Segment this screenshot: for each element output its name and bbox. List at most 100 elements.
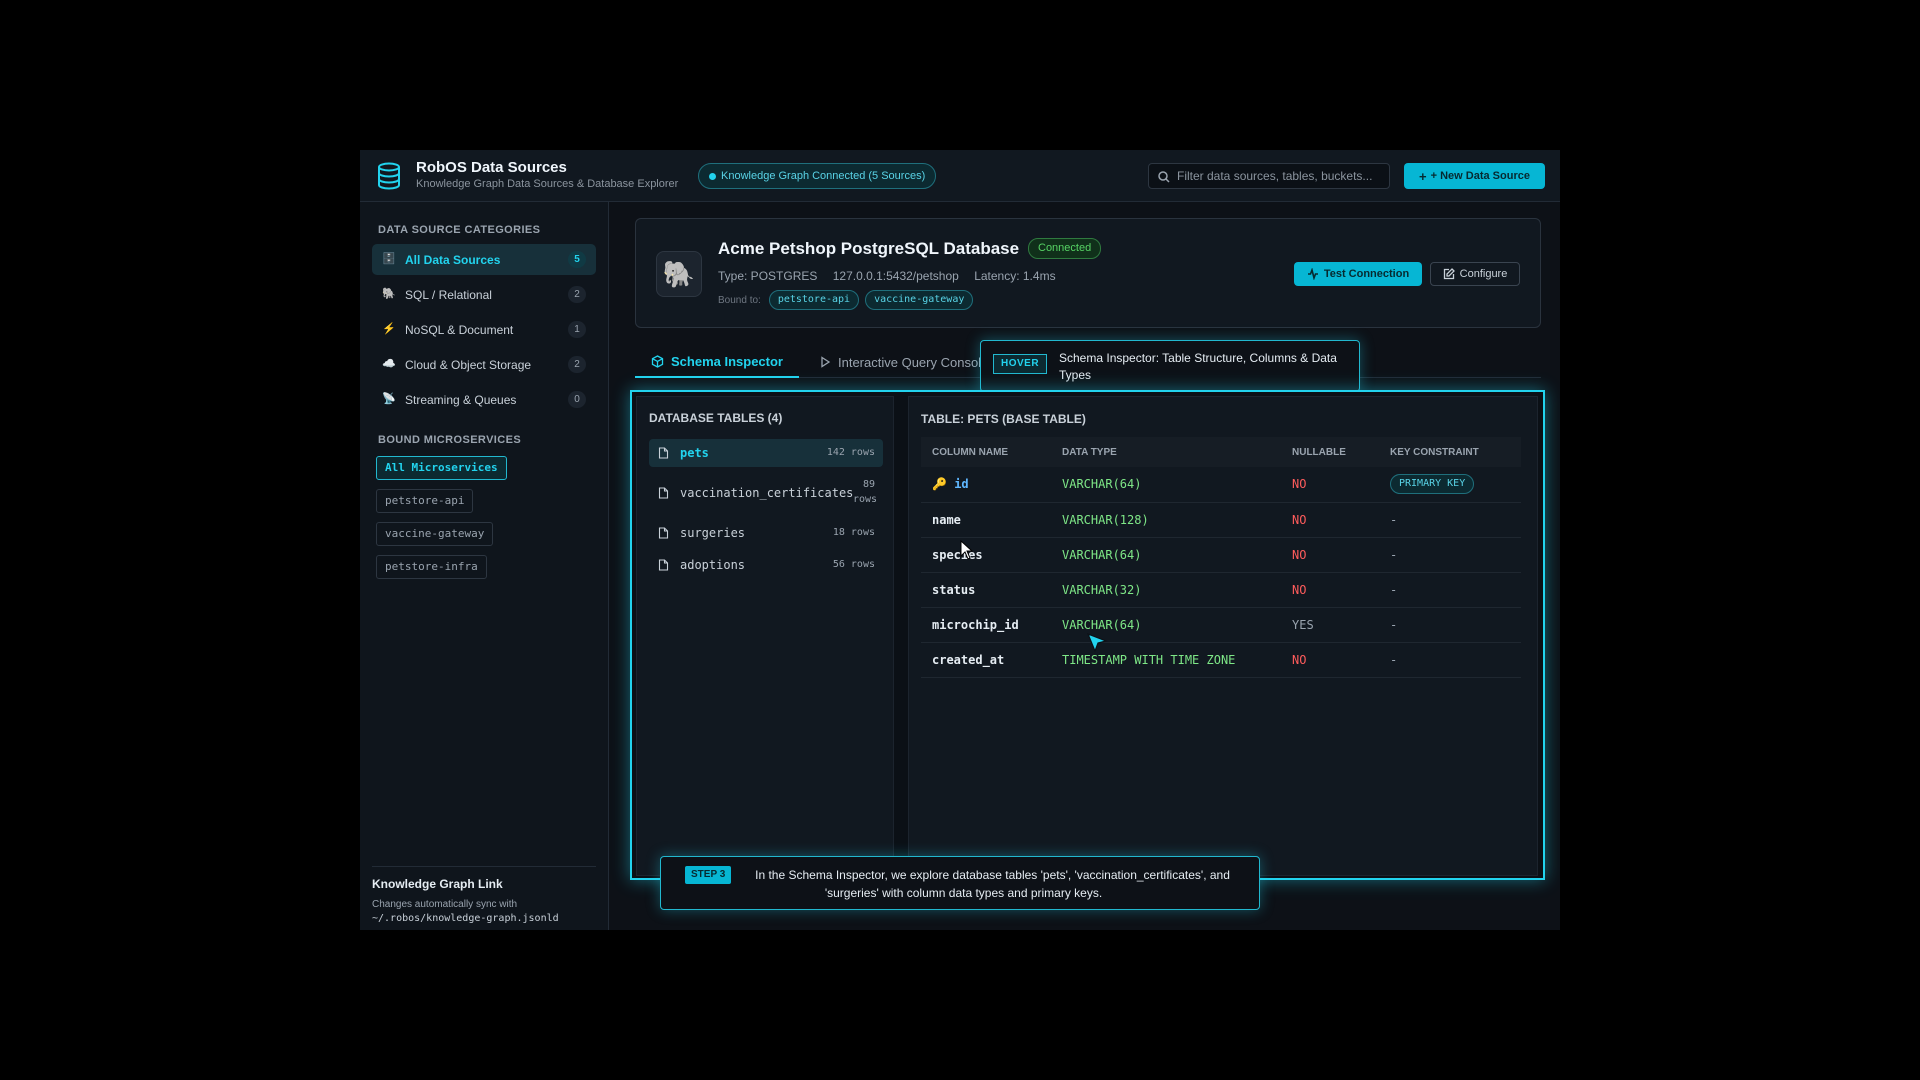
data-type-cell: VARCHAR(64) [1051, 537, 1281, 573]
key-constraint-cell: - [1379, 642, 1521, 678]
file-icon [658, 487, 669, 499]
header-column-name: COLUMN NAME [921, 437, 1051, 467]
source-title: Acme Petshop PostgreSQL Database [718, 239, 1020, 258]
sidebar-item-sql-relational[interactable]: 🐘 SQL / Relational 2 [372, 279, 596, 310]
header-key-constraint: KEY CONSTRAINT [1379, 437, 1521, 467]
edit-icon [1443, 268, 1455, 280]
sidebar-item-label: All Data Sources [405, 253, 501, 267]
service-filter-petstore-api[interactable]: petstore-api [376, 489, 474, 513]
column-name-cell: species [921, 537, 1051, 573]
sidebar-item-cloud-object-storage[interactable]: ☁️ Cloud & Object Storage 2 [372, 349, 596, 380]
table-row[interactable]: microchip_id VARCHAR(64) YES - [921, 607, 1521, 643]
table-row-count: 89 rows [853, 479, 878, 505]
table-row[interactable]: species VARCHAR(64) NO - [921, 537, 1521, 573]
columns-panel: TABLE: PETS (BASE TABLE) COLUMN NAME DAT… [908, 396, 1538, 876]
tab-schema-inspector[interactable]: Schema Inspector [635, 346, 799, 378]
service-filter-all[interactable]: All Microservices [376, 456, 507, 480]
count-badge: 5 [568, 251, 586, 268]
sidebar-item-label: Cloud & Object Storage [405, 358, 532, 372]
cursor-arrow-icon [1086, 632, 1108, 653]
table-item-pets[interactable]: pets 142 rows [649, 439, 883, 467]
table-item-adoptions[interactable]: adoptions 56 rows [649, 551, 883, 579]
kg-status-badge[interactable]: Knowledge Graph Connected (5 Sources) [698, 163, 937, 189]
key-constraint-cell: - [1379, 502, 1521, 538]
hover-badge: HOVER [993, 354, 1048, 374]
sidebar-item-label: Streaming & Queues [405, 393, 517, 407]
database-icon: 🗄️ [382, 253, 396, 265]
service-filter-vaccine-gateway[interactable]: vaccine-gateway [376, 522, 494, 546]
data-source-card: 🐘 Acme Petshop PostgreSQL Database Conne… [635, 218, 1541, 328]
new-data-source-button[interactable]: + + New Data Source [1404, 163, 1545, 189]
configure-button[interactable]: Configure [1430, 262, 1520, 286]
table-header-row: COLUMN NAME DATA TYPE NULLABLE KEY CONST… [921, 437, 1521, 467]
table-row[interactable]: status VARCHAR(32) NO - [921, 572, 1521, 608]
database-icon [378, 162, 400, 190]
columns-table: COLUMN NAME DATA TYPE NULLABLE KEY CONST… [921, 437, 1521, 678]
table-row[interactable]: name VARCHAR(128) NO - [921, 502, 1521, 538]
data-type-cell: VARCHAR(32) [1051, 572, 1281, 608]
key-constraint-cell: - [1379, 537, 1521, 573]
kg-status-label: Knowledge Graph Connected (5 Sources) [721, 170, 926, 182]
table-row-count: 142 rows [826, 447, 875, 458]
nullable-cell: NO [1281, 572, 1379, 608]
count-badge: 2 [568, 356, 586, 373]
source-type: Type: POSTGRES [718, 269, 818, 283]
cloud-icon: ☁️ [382, 358, 396, 370]
sidebar-item-all-data-sources[interactable]: 🗄️ All Data Sources 5 [372, 244, 596, 275]
status-dot-icon [709, 173, 716, 180]
tables-heading: DATABASE TABLES (4) [649, 411, 783, 425]
table-item-vaccination-certificates[interactable]: vaccination_certificates 89 rows [649, 473, 883, 513]
kg-link-desc: Changes automatically sync with [372, 899, 518, 910]
activity-icon [1307, 268, 1318, 280]
step-text: In the Schema Inspector, we explore data… [755, 868, 1230, 900]
column-name-cell: status [921, 572, 1051, 608]
configure-label: Configure [1459, 268, 1508, 280]
sidebar-item-streaming-queues[interactable]: 📡 Streaming & Queues 0 [372, 384, 596, 415]
app-subtitle: Knowledge Graph Data Sources & Database … [416, 178, 679, 190]
kg-link-panel: Knowledge Graph Link Changes automatical… [372, 866, 596, 924]
kg-link-title: Knowledge Graph Link [372, 877, 503, 891]
play-icon [821, 356, 831, 368]
sidebar-item-nosql-document[interactable]: ⚡ NoSQL & Document 1 [372, 314, 596, 345]
header: RobOS Data Sources Knowledge Graph Data … [360, 150, 1560, 202]
table-row[interactable]: created_at TIMESTAMP WITH TIME ZONE NO - [921, 642, 1521, 678]
table-name: surgeries [680, 526, 746, 540]
table-item-surgeries[interactable]: surgeries 18 rows [649, 519, 883, 547]
search-input[interactable] [1177, 164, 1385, 188]
bound-label: Bound to: [718, 294, 761, 306]
status-badge: Connected [1028, 238, 1102, 259]
table-name: vaccination_certificates [680, 486, 854, 500]
column-name-cell: name [921, 502, 1051, 538]
header-nullable: NULLABLE [1281, 437, 1379, 467]
tab-label: Schema Inspector [671, 353, 783, 369]
search-icon [1158, 171, 1170, 183]
antenna-icon: 📡 [382, 393, 396, 405]
nullable-cell: NO [1281, 642, 1379, 678]
services-heading: BOUND MICROSERVICES [378, 434, 522, 446]
bound-tag-petstore-api[interactable]: petstore-api [768, 290, 860, 310]
bound-tag-vaccine-gateway[interactable]: vaccine-gateway [865, 290, 974, 310]
key-constraint-cell: - [1379, 572, 1521, 608]
bound-services: Bound to: petstore-api vaccine-gateway [718, 290, 974, 310]
app-title: RobOS Data Sources [416, 159, 567, 176]
table-row[interactable]: 🔑 id VARCHAR(64) NO PRIMARY KEY [921, 467, 1521, 503]
kg-link-path: ~/.robos/knowledge-graph.jsonld [372, 913, 559, 924]
search-box[interactable] [1148, 163, 1390, 189]
new-data-source-label: + New Data Source [1430, 170, 1530, 182]
table-name: adoptions [680, 558, 746, 572]
key-constraint-cell: - [1379, 607, 1521, 643]
test-connection-button[interactable]: Test Connection [1294, 262, 1422, 286]
file-icon [658, 559, 669, 571]
sidebar-item-label: NoSQL & Document [405, 323, 514, 337]
key-constraint-cell: PRIMARY KEY [1379, 467, 1521, 503]
tab-query-console[interactable]: Interactive Query Console [819, 346, 988, 378]
count-badge: 1 [568, 321, 586, 338]
column-name-cell: microchip_id [921, 607, 1051, 643]
service-filter-petstore-infra[interactable]: petstore-infra [376, 555, 487, 579]
tables-list-panel: DATABASE TABLES (4) pets 142 rows vaccin… [636, 396, 894, 876]
tab-label: Interactive Query Console [838, 354, 989, 370]
data-type-cell: VARCHAR(64) [1051, 467, 1281, 503]
nullable-cell: NO [1281, 467, 1379, 503]
test-connection-label: Test Connection [1323, 268, 1410, 280]
primary-key-badge: PRIMARY KEY [1390, 474, 1475, 495]
